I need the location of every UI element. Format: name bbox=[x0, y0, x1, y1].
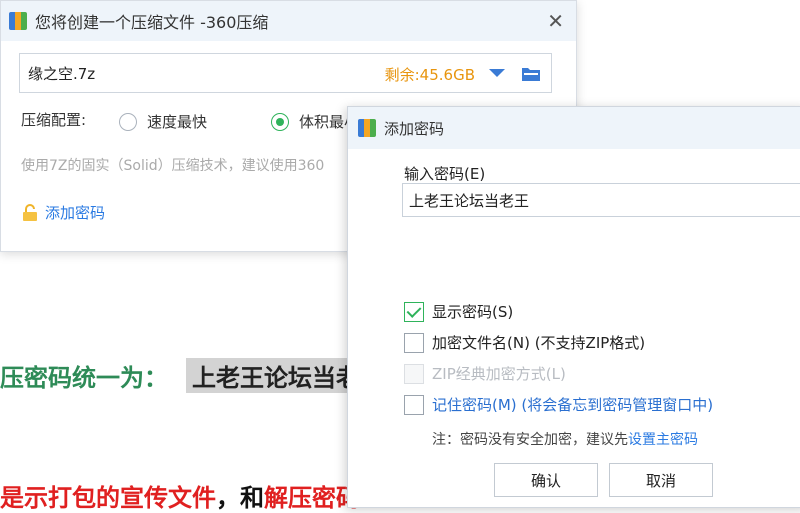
dialog-title: 添加密码 bbox=[384, 119, 445, 138]
checkbox-icon[interactable] bbox=[404, 332, 424, 353]
add-password-link[interactable]: 添加密码 bbox=[21, 202, 105, 223]
radio-icon[interactable] bbox=[119, 112, 137, 131]
archive-path-field[interactable]: 剩余:45.6GB bbox=[19, 53, 552, 93]
background-password-line: 压密码统一为： 上老王论坛当老 bbox=[0, 355, 366, 395]
set-master-password-link[interactable]: 设置主密码 bbox=[628, 432, 698, 448]
chevron-down-icon[interactable] bbox=[489, 69, 505, 77]
checkbox-icon[interactable] bbox=[404, 394, 424, 415]
compress-config-label: 压缩配置: bbox=[21, 109, 86, 130]
free-space-label: 剩余:45.6GB bbox=[384, 66, 475, 84]
add-password-dialog: 添加密码 输入密码(E) 显示密码(S) 加密文件名(N) (不支持ZIP格式)… bbox=[347, 106, 800, 508]
app-icon bbox=[9, 12, 27, 30]
confirm-button[interactable]: 确认 bbox=[494, 463, 598, 497]
app-icon bbox=[358, 119, 376, 137]
lock-icon bbox=[23, 203, 37, 221]
encrypt-filename-label: 加密文件名(N) (不支持ZIP格式) bbox=[432, 334, 646, 352]
option-speed-label: 速度最快 bbox=[147, 113, 208, 131]
option-size-smallest[interactable]: 体积最小 bbox=[271, 111, 359, 132]
background-line2-red2: 解压密码 bbox=[264, 484, 360, 512]
add-password-label: 添加密码 bbox=[45, 204, 106, 222]
encrypt-filename-option[interactable]: 加密文件名(N) (不支持ZIP格式) bbox=[404, 332, 645, 353]
remember-password-option[interactable]: 记住密码(M) (将会备忘到密码管理窗口中) bbox=[404, 394, 713, 415]
option-speed-fastest[interactable]: 速度最快 bbox=[119, 111, 207, 132]
archive-filename-input[interactable] bbox=[26, 63, 370, 83]
radio-checked-icon[interactable] bbox=[271, 112, 289, 131]
compress-window-titlebar[interactable]: 您将创建一个压缩文件 -360压缩 ✕ bbox=[1, 1, 576, 41]
window-title: 您将创建一个压缩文件 -360压缩 bbox=[35, 13, 269, 32]
password-input[interactable] bbox=[407, 190, 800, 210]
password-input-label: 输入密码(E) bbox=[404, 165, 486, 183]
compress-description: 使用7Z的固实（Solid）压缩技术，建议使用360 bbox=[21, 158, 325, 174]
folder-icon[interactable] bbox=[521, 66, 541, 82]
remember-password-label: 记住密码(M) (将会备忘到密码管理窗口中) bbox=[432, 396, 714, 414]
note-text: 注：密码没有安全加密，建议先 bbox=[432, 432, 628, 448]
config-label-text: 压缩配置: bbox=[21, 111, 87, 129]
cancel-button[interactable]: 取消 bbox=[609, 463, 713, 497]
close-icon[interactable]: ✕ bbox=[547, 9, 564, 33]
security-note: 注：密码没有安全加密，建议先设置主密码 bbox=[432, 429, 698, 449]
background-line2-red: 是示打包的宣传文件 bbox=[0, 484, 216, 512]
background-line1-prefix: 压密码统一为： bbox=[0, 363, 168, 392]
password-dialog-titlebar[interactable]: 添加密码 bbox=[348, 107, 800, 149]
show-password-option[interactable]: 显示密码(S) bbox=[404, 301, 513, 322]
show-password-label: 显示密码(S) bbox=[432, 303, 514, 321]
background-line2: 是示打包的宣传文件，和解压密码 bbox=[0, 478, 360, 513]
background-line1-highlight: 上老王论坛当老 bbox=[186, 357, 366, 393]
zip-classic-label: ZIP经典加密方式(L) bbox=[432, 365, 566, 383]
checkbox-disabled-icon bbox=[404, 363, 424, 384]
checkbox-checked-icon[interactable] bbox=[404, 301, 424, 322]
zip-classic-option: ZIP经典加密方式(L) bbox=[404, 363, 566, 384]
password-field[interactable] bbox=[402, 183, 800, 217]
background-line2-black: ，和 bbox=[216, 484, 264, 512]
